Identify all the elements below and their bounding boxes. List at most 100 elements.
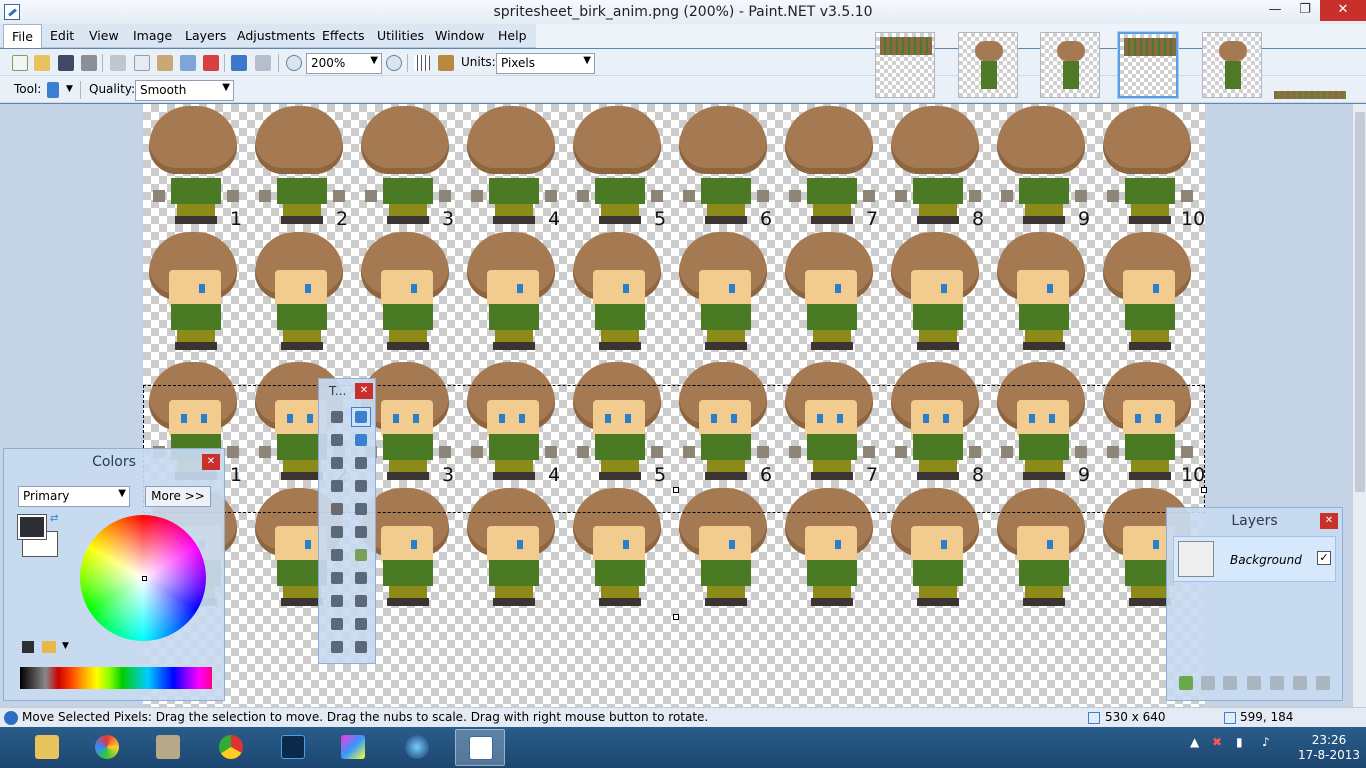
deselect-icon[interactable] — [203, 55, 219, 71]
move-layer-up-icon[interactable] — [1270, 676, 1284, 690]
primary-color-swatch[interactable] — [17, 514, 47, 540]
move-selection-icon[interactable] — [351, 407, 371, 427]
selection-outline[interactable] — [143, 385, 1205, 513]
pencil-icon[interactable] — [327, 545, 347, 565]
menu-layers[interactable]: Layers — [185, 28, 226, 43]
color-palette[interactable] — [20, 667, 212, 689]
selection-nub[interactable] — [673, 614, 679, 620]
open-icon[interactable] — [34, 55, 50, 71]
image-tab[interactable] — [875, 32, 935, 98]
image-tab[interactable] — [1040, 32, 1100, 98]
rectangle-select-icon[interactable] — [327, 407, 347, 427]
zoom-combo[interactable]: 200% ▼ — [306, 53, 382, 74]
save-icon[interactable] — [58, 55, 74, 71]
eraser-icon[interactable] — [351, 522, 371, 542]
lasso-select-icon[interactable] — [327, 430, 347, 450]
color-wheel-cursor[interactable] — [142, 576, 147, 581]
app-taskbar-button[interactable] — [143, 729, 193, 766]
close-icon[interactable]: ✕ — [202, 454, 220, 470]
show-hidden-icons-icon[interactable]: ▲ — [1190, 735, 1199, 749]
layer-visibility-checkbox[interactable]: ✓ — [1317, 551, 1331, 565]
paintbrush-icon[interactable] — [327, 522, 347, 542]
merge-layer-down-icon[interactable] — [1247, 676, 1261, 690]
image-tab[interactable] — [1202, 32, 1262, 98]
ruler-icon[interactable] — [438, 55, 454, 71]
signal-icon[interactable]: ▮ — [1236, 735, 1243, 749]
vertical-scrollbar[interactable] — [1352, 104, 1366, 707]
menu-file[interactable]: File — [3, 24, 42, 48]
text-icon[interactable] — [327, 591, 347, 611]
move-selected-pixels-icon[interactable] — [351, 430, 371, 450]
print-icon[interactable] — [81, 55, 97, 71]
close-icon[interactable]: ✕ — [355, 383, 373, 399]
image-tab-active[interactable] — [1117, 31, 1179, 99]
delete-layer-icon[interactable] — [1201, 676, 1215, 690]
units-combo[interactable]: Pixels ▼ — [496, 53, 595, 74]
duplicate-layer-icon[interactable] — [1223, 676, 1237, 690]
chevron-down-icon[interactable]: ▼ — [62, 641, 69, 651]
menu-help[interactable]: Help — [498, 28, 527, 43]
rectangle-icon[interactable] — [327, 614, 347, 634]
add-layer-icon[interactable] — [1179, 676, 1193, 690]
ellipse-icon[interactable] — [327, 637, 347, 657]
line-curve-icon[interactable] — [351, 591, 371, 611]
move-selection-icon[interactable] — [47, 82, 59, 98]
paint-bucket-icon[interactable] — [327, 499, 347, 519]
chrome-taskbar-button[interactable] — [206, 729, 256, 766]
crop-icon[interactable] — [180, 55, 196, 71]
app-taskbar-button[interactable] — [82, 729, 132, 766]
zoom-in-icon[interactable] — [386, 55, 402, 71]
paste-icon[interactable] — [157, 55, 173, 71]
selection-nub[interactable] — [1201, 487, 1207, 493]
photoshop-taskbar-button[interactable] — [268, 729, 318, 766]
app-taskbar-button[interactable] — [392, 729, 442, 766]
menu-adjustments[interactable]: Adjustments — [237, 28, 315, 43]
magic-wand-icon[interactable] — [327, 476, 347, 496]
zoom-out-icon[interactable] — [286, 55, 302, 71]
cut-icon[interactable] — [110, 55, 126, 71]
undo-icon[interactable] — [231, 55, 247, 71]
recolor-icon[interactable] — [351, 568, 371, 588]
gradient-icon[interactable] — [351, 499, 371, 519]
clone-stamp-icon[interactable] — [327, 568, 347, 588]
volume-icon[interactable]: ♪ — [1262, 735, 1270, 749]
image-tab-strip[interactable] — [1274, 91, 1346, 99]
menu-view[interactable]: View — [89, 28, 119, 43]
layer-item-background[interactable]: Background ✓ — [1173, 536, 1336, 582]
reset-colors-icon[interactable] — [22, 641, 34, 653]
swap-colors-icon[interactable]: ⇄ — [50, 513, 58, 524]
maximize-button[interactable]: ❐ — [1290, 0, 1320, 21]
menu-edit[interactable]: Edit — [50, 28, 74, 43]
quality-combo[interactable]: Smooth ▼ — [135, 80, 234, 101]
image-tab[interactable] — [958, 32, 1018, 98]
layer-properties-icon[interactable] — [1316, 676, 1330, 690]
menu-window[interactable]: Window — [435, 28, 484, 43]
pan-icon[interactable] — [351, 476, 371, 496]
paintnet-taskbar-button[interactable] — [455, 729, 505, 766]
new-icon[interactable] — [12, 55, 28, 71]
menu-image[interactable]: Image — [133, 28, 172, 43]
clock[interactable]: 23:26 17-8-2013 — [1296, 733, 1362, 763]
menu-effects[interactable]: Effects — [322, 28, 365, 43]
scrollbar-thumb[interactable] — [1355, 112, 1365, 492]
grid-icon[interactable] — [414, 55, 430, 71]
zoom-icon[interactable] — [351, 453, 371, 473]
selection-nub[interactable] — [673, 487, 679, 493]
rounded-rectangle-icon[interactable] — [351, 614, 371, 634]
close-icon[interactable]: ✕ — [1320, 513, 1338, 529]
close-button[interactable]: ✕ — [1320, 0, 1366, 21]
freeform-shape-icon[interactable] — [351, 637, 371, 657]
color-mode-select[interactable]: Primary ▼ — [18, 486, 130, 507]
explorer-taskbar-button[interactable] — [22, 729, 72, 766]
graphicsgale-taskbar-button[interactable] — [328, 729, 378, 766]
menu-utilities[interactable]: Utilities — [377, 28, 424, 43]
chevron-down-icon[interactable]: ▼ — [66, 84, 73, 94]
ellipse-select-icon[interactable] — [327, 453, 347, 473]
minimize-button[interactable]: — — [1260, 0, 1290, 21]
palette-icon[interactable] — [42, 641, 56, 653]
copy-icon[interactable] — [134, 55, 150, 71]
more-button[interactable]: More >> — [145, 486, 211, 507]
redo-icon[interactable] — [255, 55, 271, 71]
move-layer-down-icon[interactable] — [1293, 676, 1307, 690]
network-error-icon[interactable]: ✖ — [1212, 735, 1222, 749]
